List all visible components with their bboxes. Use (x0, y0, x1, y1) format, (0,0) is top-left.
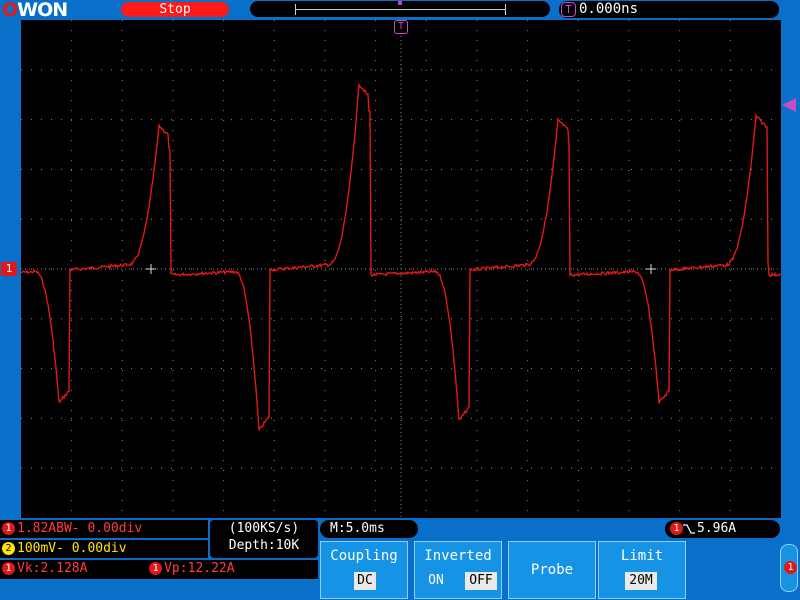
trigger-level-readout[interactable]: 1 5.96A (665, 520, 780, 538)
ch2-offset: 0.00div (71, 541, 127, 556)
channel-menu-indicator[interactable]: 1 (780, 544, 798, 592)
window-left-bracket (295, 4, 296, 15)
ch1-scale: 1.82ABW- (17, 521, 80, 536)
window-right-bracket (505, 4, 506, 15)
ch2-scale: 100mV- (17, 541, 64, 556)
meas2-badge: 1 (149, 562, 163, 575)
timebase-readout[interactable]: M:5.0ms (320, 520, 418, 538)
ch1-info[interactable]: 1 1.82ABW- 0.00div (0, 520, 208, 538)
limit-value: 20M (625, 572, 657, 590)
brand-logo: OWON (2, 0, 68, 21)
limit-menu-button[interactable]: Limit 20M (598, 541, 686, 599)
trigger-position-mark (398, 1, 402, 5)
probe-menu-button[interactable]: Probe (508, 541, 596, 599)
meas2-value: Vp:12.22A (164, 561, 235, 576)
top-bar: OWON Stop T 0.000ns (0, 0, 800, 20)
falling-edge-icon (683, 524, 695, 534)
probe-label: Probe (530, 562, 574, 578)
trigger-source-badge: 1 (670, 522, 683, 535)
ch1-badge: 1 (2, 522, 15, 535)
inverted-label: Inverted (424, 548, 492, 564)
trigger-level-marker[interactable] (782, 98, 796, 112)
run-status-badge[interactable]: Stop (121, 2, 229, 17)
ch1-offset: 0.00div (87, 521, 143, 536)
meas1-value: Vk:2.128A (17, 561, 88, 576)
inverted-on-option: ON (428, 573, 444, 588)
memory-window-line (295, 9, 505, 10)
coupling-value: DC (354, 572, 376, 590)
ch1-offset-marker[interactable]: 1 (1, 262, 17, 276)
trigger-time-value: 0.000ns (579, 1, 639, 17)
inverted-menu-button[interactable]: Inverted ON OFF (414, 541, 502, 599)
coupling-menu-button[interactable]: Coupling DC (320, 541, 408, 599)
side-channel-badge: 1 (784, 561, 797, 574)
memory-position-bar[interactable] (250, 1, 550, 17)
ch2-info[interactable]: 2 100mV- 0.00div (0, 540, 208, 558)
trigger-level-value: 5.96A (697, 521, 737, 536)
sample-rate: (100KS/s) (228, 521, 300, 536)
trigger-position-icon[interactable]: T (394, 20, 408, 34)
coupling-label: Coupling (330, 548, 398, 564)
inverted-off-option: OFF (465, 572, 497, 590)
measurement-bar: 1 Vk:2.128A 1 Vp:12.22A (0, 560, 318, 579)
waveform-display[interactable] (21, 20, 781, 518)
trigger-icon: T (561, 2, 576, 17)
memory-depth: Depth:10K (228, 538, 300, 553)
ch2-badge: 2 (2, 542, 15, 555)
limit-label: Limit (620, 548, 664, 564)
trigger-time-readout[interactable]: T 0.000ns (559, 1, 779, 18)
waveform-svg (21, 20, 781, 518)
sampling-info: (100KS/s) Depth:10K (210, 520, 318, 558)
meas1-badge: 1 (2, 562, 15, 575)
